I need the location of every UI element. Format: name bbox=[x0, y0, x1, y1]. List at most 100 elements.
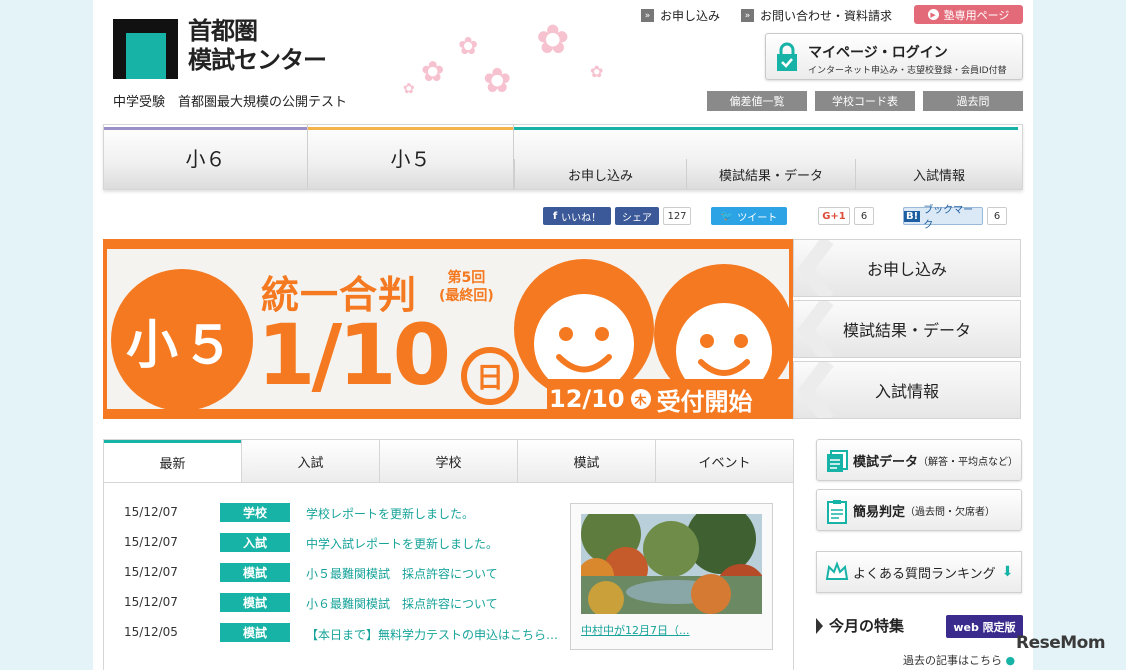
top-link-apply[interactable]: » お申し込み bbox=[641, 7, 720, 24]
tab-latest[interactable]: 最新 bbox=[104, 440, 241, 482]
twitter-bird-icon: 🐦 bbox=[720, 210, 734, 222]
login-subtitle: インターネット申込み・志望校登録・会員ID付替 bbox=[808, 66, 1007, 76]
reg-text: 受付開始 bbox=[656, 387, 753, 416]
mock-data-label: 模試データ bbox=[853, 454, 919, 470]
photo-caption-link[interactable]: 中村中が12月7日（... bbox=[581, 622, 690, 638]
past-articles-label: 過去の記事はこちら bbox=[903, 654, 1002, 667]
mock-data-sub: （解答・平均点など） bbox=[918, 456, 1019, 468]
tagline: 中学受験 首都圏最大規模の公開テスト bbox=[113, 95, 348, 110]
past-articles-link[interactable]: 過去の記事はこちら ● bbox=[903, 652, 1015, 668]
school-code-button[interactable]: 学校コード表 bbox=[815, 91, 915, 111]
exam-banner[interactable]: 小５ 統一合判 第5回 (最終回) 1/10 日 12/10 木 受付開始 bbox=[103, 239, 793, 419]
tab-mock-exam[interactable]: 模試 bbox=[517, 440, 655, 482]
featured-photo-card[interactable]: 中村中が12月7日（... bbox=[570, 503, 773, 650]
nav-grade-6[interactable]: 小６ bbox=[104, 125, 308, 189]
chevron-left-icon bbox=[797, 362, 834, 418]
news-link[interactable]: 中学入試レポートを更新しました。 bbox=[306, 535, 498, 552]
grade-6-bar bbox=[104, 127, 307, 130]
news-link[interactable]: 【本日まで】無料学力テストの申込はこちら… bbox=[306, 625, 561, 645]
tweet-label: ツイート bbox=[737, 212, 778, 224]
nav-results[interactable]: 模試結果・データ bbox=[686, 159, 855, 189]
clipboard-icon bbox=[827, 500, 847, 524]
round-line1: 第5回 bbox=[447, 270, 486, 286]
logo-line2: 模試センター bbox=[188, 46, 327, 74]
triangle-right-icon bbox=[816, 617, 823, 634]
mock-data-button[interactable]: 模試データ （解答・平均点など） bbox=[816, 439, 1022, 481]
hatena-b-icon: B! bbox=[904, 210, 921, 222]
banner-inner: 小５ 統一合判 第5回 (最終回) 1/10 日 12/10 木 受付開始 bbox=[107, 249, 793, 419]
side-apply-button[interactable]: お申し込み bbox=[793, 239, 1021, 297]
arrow-down-icon: ⬇ bbox=[1001, 564, 1014, 580]
login-title: マイページ・ログイン bbox=[808, 45, 948, 61]
main-nav: 小６ 小５ お申し込み 模試結果・データ 入試情報 bbox=[103, 124, 1023, 190]
simple-judgement-button[interactable]: 簡易判定 （過去問・欠席者） bbox=[816, 489, 1022, 531]
news-link[interactable]: 小６最難関模試 採点許容について bbox=[306, 595, 498, 612]
page: 首都圏 模試センター 中学受験 首都圏最大規模の公開テスト ✿ ✿ ✿ ✿ ✿ … bbox=[93, 0, 1033, 670]
grade-6-label: 小６ bbox=[185, 146, 226, 171]
blossom-icon: ✿ bbox=[403, 81, 415, 97]
logo-text[interactable]: 首都圏 模試センター bbox=[188, 17, 327, 75]
news-badge: 模試 bbox=[220, 593, 290, 612]
garden-photo bbox=[581, 514, 762, 614]
news-link[interactable]: 小５最難関模試 採点許容について bbox=[306, 565, 498, 582]
tab-event[interactable]: イベント bbox=[655, 440, 793, 482]
blossom-icon: ✿ bbox=[421, 55, 445, 88]
bookmark-count: 6 bbox=[987, 207, 1007, 225]
banner-round: 第5回 (最終回) bbox=[439, 269, 494, 305]
nav-apply[interactable]: お申し込み bbox=[514, 159, 686, 189]
crown-icon bbox=[825, 561, 849, 580]
banner-date: 1/10 bbox=[257, 306, 451, 404]
resemom-watermark: ReseMom bbox=[1016, 633, 1106, 653]
facebook-share-button[interactable]: シェア bbox=[615, 207, 659, 225]
logo-line1: 首都圏 bbox=[188, 17, 258, 45]
grade-5-bar bbox=[308, 127, 513, 130]
reg-date: 12/10 bbox=[549, 385, 625, 413]
gplus-count: 6 bbox=[854, 207, 874, 225]
news-badge: 模試 bbox=[220, 563, 290, 582]
facebook-like-button[interactable]: f いいね！ bbox=[543, 207, 611, 225]
simple-judgement-label: 簡易判定 bbox=[853, 504, 906, 520]
tab-entrance[interactable]: 入試 bbox=[241, 440, 379, 482]
logo-mark[interactable] bbox=[113, 19, 178, 79]
tweet-button[interactable]: 🐦 ツイート bbox=[711, 207, 787, 225]
news-date: 15/12/07 bbox=[124, 565, 178, 579]
news-link[interactable]: 学校レポートを更新しました。 bbox=[306, 505, 474, 522]
garden-image bbox=[581, 514, 762, 614]
news-badge: 学校 bbox=[220, 503, 290, 522]
deviation-list-button[interactable]: 偏差値一覧 bbox=[707, 91, 807, 111]
monthly-feature-heading: 今月の特集 bbox=[816, 615, 904, 636]
simple-judgement-sub: （過去問・欠席者） bbox=[905, 506, 996, 518]
nav-grade-5[interactable]: 小５ bbox=[308, 125, 514, 189]
side-button-label: 入試情報 bbox=[874, 382, 939, 401]
juku-label: 塾専用ページ bbox=[943, 8, 1010, 22]
news-tabs: 最新 入試 学校 模試 イベント bbox=[103, 439, 794, 483]
juku-page-button[interactable]: ▶ 塾専用ページ bbox=[914, 5, 1023, 24]
blossom-icon: ✿ bbox=[458, 32, 479, 60]
mypage-login-button[interactable]: マイページ・ログイン インターネット申込み・志望校登録・会員ID付替 bbox=[765, 33, 1023, 80]
sub-bar bbox=[514, 127, 1018, 130]
faq-ranking-label: よくある質問ランキング bbox=[853, 566, 996, 582]
side-results-button[interactable]: 模試結果・データ bbox=[793, 300, 1021, 358]
blossom-icon: ✿ bbox=[483, 61, 512, 101]
gplus-button[interactable]: G+1 bbox=[818, 207, 850, 225]
past-exams-button[interactable]: 過去問 bbox=[923, 91, 1023, 111]
chevron-left-icon bbox=[797, 240, 834, 296]
grade-5-label: 小５ bbox=[390, 146, 431, 171]
play-icon: ▶ bbox=[927, 9, 939, 20]
side-button-label: 模試結果・データ bbox=[842, 321, 971, 340]
news-date: 15/12/05 bbox=[124, 625, 178, 639]
nav-entrance-info[interactable]: 入試情報 bbox=[855, 159, 1022, 189]
facebook-icon: f bbox=[552, 210, 558, 222]
side-entrance-info-button[interactable]: 入試情報 bbox=[793, 361, 1021, 419]
hatena-bookmark-button[interactable]: B! ブックマーク bbox=[903, 205, 983, 231]
side-button-label: お申し込み bbox=[866, 260, 947, 279]
round-line2: (最終回) bbox=[439, 288, 494, 304]
lock-check-icon bbox=[777, 42, 797, 71]
circle-arrow-icon: ● bbox=[1005, 654, 1016, 667]
top-link-contact[interactable]: » お問い合わせ・資料請求 bbox=[741, 7, 892, 24]
share-count: 127 bbox=[663, 207, 691, 225]
top-link-label: お申し込み bbox=[660, 9, 721, 23]
tab-school[interactable]: 学校 bbox=[379, 440, 517, 482]
news-badge: 模試 bbox=[220, 623, 290, 642]
faq-ranking-button[interactable]: よくある質問ランキング ⬇ bbox=[816, 551, 1022, 593]
